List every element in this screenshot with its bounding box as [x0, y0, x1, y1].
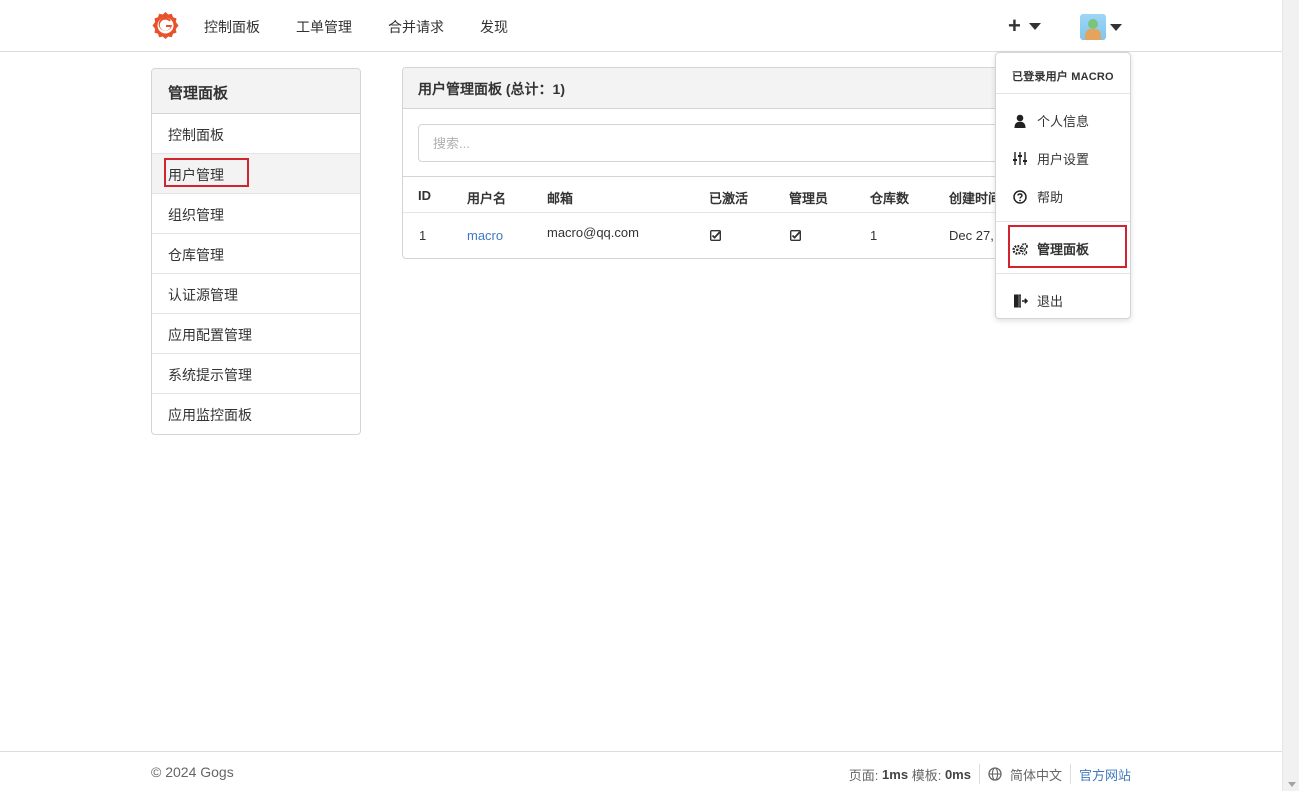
sidebar-item-monitor[interactable]: 应用监控面板 [152, 394, 360, 434]
table-header: ID 用户名 邮箱 已激活 管理员 仓库数 创建时间 [403, 176, 1041, 212]
cell-username-link[interactable]: macro [467, 228, 503, 243]
scroll-down-icon[interactable] [1288, 782, 1296, 787]
copyright-text: © 2024 Gogs [151, 764, 234, 780]
template-time-label: 模板: [911, 767, 942, 783]
menu-item-label: 个人信息 [1037, 114, 1090, 129]
menu-item-label: 用户设置 [1037, 152, 1090, 167]
nav-issues[interactable]: 工单管理 [296, 17, 352, 37]
highlight-box [164, 158, 249, 187]
gogs-logo-icon[interactable] [151, 11, 180, 40]
check-square-icon [790, 230, 801, 241]
user-management-panel: 用户管理面板 (总计：1) ID 用户名 邮箱 已激活 管理员 仓库数 创建时间… [402, 67, 1042, 259]
menu-item-profile[interactable]: 个人信息 [1012, 111, 1089, 130]
admin-sidebar: 管理面板 控制面板 用户管理 组织管理 仓库管理 认证源管理 应用配置管理 系统… [151, 68, 361, 435]
user-menu[interactable] [1080, 14, 1122, 40]
vertical-scrollbar[interactable] [1282, 0, 1299, 791]
sidebar-item-config[interactable]: 应用配置管理 [152, 314, 360, 354]
column-header-repos[interactable]: 仓库数 [870, 188, 909, 207]
column-header-activated[interactable]: 已激活 [709, 188, 748, 207]
menu-divider [996, 93, 1130, 94]
caret-down-icon [1028, 22, 1041, 30]
column-header-id[interactable]: ID [418, 188, 431, 203]
user-icon [1012, 113, 1028, 129]
page-time-label: 页面: [848, 767, 879, 783]
sidebar-item-auth-sources[interactable]: 认证源管理 [152, 274, 360, 314]
highlight-box [1008, 225, 1127, 268]
menu-item-settings[interactable]: 用户设置 [1012, 149, 1089, 168]
cell-created: Dec 27, [949, 228, 994, 243]
column-header-admin[interactable]: 管理员 [789, 188, 828, 207]
template-time-value: 0ms [944, 766, 971, 782]
sidebar-item-repositories[interactable]: 仓库管理 [152, 234, 360, 274]
page-time-value: 1ms [882, 766, 909, 782]
sidebar-item-notices[interactable]: 系统提示管理 [152, 354, 360, 394]
plus-icon: + [1008, 13, 1021, 38]
nav-explore[interactable]: 发现 [480, 17, 508, 37]
cell-id: 1 [419, 228, 427, 243]
footer: © 2024 Gogs 页面: 1ms 模板: 0ms 简体中文 官方网站 [0, 751, 1282, 791]
globe-icon [988, 767, 1002, 781]
footer-info: 页面: 1ms 模板: 0ms 简体中文 官方网站 [849, 764, 1131, 784]
menu-item-label: 退出 [1037, 294, 1064, 309]
divider [1069, 764, 1071, 784]
menu-divider [996, 221, 1130, 222]
menu-item-help[interactable]: 帮助 [1012, 187, 1063, 206]
avatar [1080, 14, 1106, 40]
signed-in-as-label: 已登录用户 MACRO [1012, 71, 1114, 83]
check-square-icon [710, 230, 721, 241]
create-new-menu[interactable]: + [1008, 12, 1041, 40]
menu-item-label: 帮助 [1037, 190, 1064, 205]
nav-dashboard[interactable]: 控制面板 [204, 17, 260, 37]
sidebar-item-users[interactable]: 用户管理 [152, 154, 360, 194]
help-circle-icon [1012, 189, 1028, 205]
menu-item-sign-out[interactable]: 退出 [1012, 291, 1063, 310]
row-divider [403, 212, 1041, 213]
sign-out-icon [1012, 293, 1028, 309]
official-website-link[interactable]: 官方网站 [1079, 765, 1131, 784]
top-navbar: 控制面板 工单管理 合并请求 发现 + [0, 0, 1282, 52]
sidebar-item-dashboard[interactable]: 控制面板 [152, 114, 360, 154]
search-input[interactable] [418, 124, 1038, 162]
cell-repos: 1 [870, 228, 878, 243]
panel-title: 用户管理面板 (总计：1) [403, 68, 1041, 109]
user-dropdown-menu: 已登录用户 MACRO 个人信息 用户设置 帮助 管理面板 退出 [995, 52, 1131, 319]
nav-pull-requests[interactable]: 合并请求 [388, 17, 444, 37]
sidebar-title: 管理面板 [152, 69, 360, 114]
language-selector[interactable]: 简体中文 [1010, 765, 1062, 784]
sidebar-item-organizations[interactable]: 组织管理 [152, 194, 360, 234]
sliders-icon [1012, 151, 1028, 167]
caret-down-icon [1110, 23, 1122, 31]
column-header-email[interactable]: 邮箱 [547, 188, 573, 207]
menu-divider [996, 273, 1130, 274]
column-header-username[interactable]: 用户名 [467, 188, 506, 207]
column-header-created[interactable]: 创建时间 [949, 188, 1001, 207]
cell-email: macro@qq.com [547, 225, 639, 240]
divider [978, 764, 980, 784]
